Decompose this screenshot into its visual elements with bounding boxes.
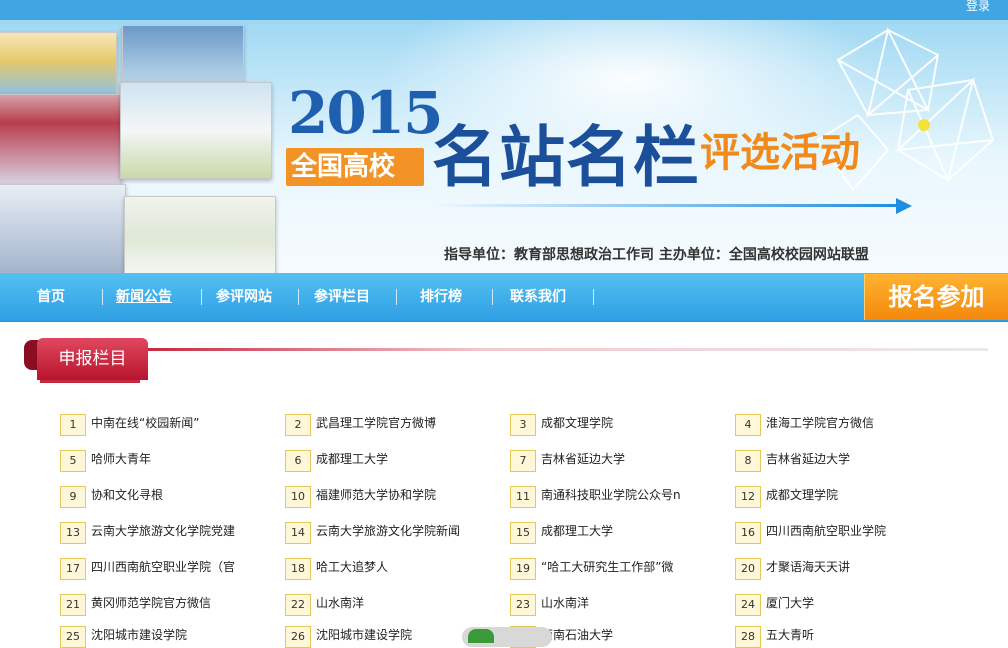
- nav-columns[interactable]: 参评栏目: [314, 273, 370, 321]
- entry-link[interactable]: 云南大学旅游文化学院新闻: [316, 520, 460, 542]
- entry-link[interactable]: 南通科技职业学院公众号n: [541, 484, 681, 506]
- entry-link[interactable]: 吉林省延边大学: [766, 448, 850, 470]
- entry-number: 25: [60, 626, 86, 648]
- top-bar: 登录: [0, 0, 1008, 20]
- entry-link[interactable]: 吉林省延边大学: [541, 448, 625, 470]
- nav-ranking[interactable]: 排行榜: [420, 273, 462, 321]
- entry-link[interactable]: 协和文化寻根: [91, 484, 163, 506]
- banner: 2015 全国高校 名站名栏 评选活动 指导单位：教育部思想政治工作司 主办单位…: [0, 20, 1008, 273]
- entry-link[interactable]: 山水南洋: [541, 592, 589, 614]
- floating-widget-icon: [468, 629, 494, 643]
- entry-link[interactable]: 哈工大追梦人: [316, 556, 388, 578]
- collage-screenshot: [0, 32, 117, 96]
- entry-link[interactable]: 黄冈师范学院官方微信: [91, 592, 211, 614]
- nav-contact[interactable]: 联系我们: [510, 273, 566, 321]
- entry-number: 5: [60, 450, 86, 472]
- entry-link[interactable]: 福建师范大学协和学院: [316, 484, 436, 506]
- entry-number: 13: [60, 522, 86, 544]
- entry-link[interactable]: 沈阳城市建设学院: [316, 624, 412, 646]
- section-title: 申报栏目: [37, 338, 148, 380]
- entry-link[interactable]: 才聚语海天天讲: [766, 556, 850, 578]
- nav-news[interactable]: 新闻公告: [116, 273, 172, 321]
- entry-number: 26: [285, 626, 311, 648]
- entry-link[interactable]: 哈师大青年: [91, 448, 151, 470]
- banner-arrow-line: [430, 204, 900, 207]
- collage-screenshot: [124, 196, 276, 273]
- entry-number: 11: [510, 486, 536, 508]
- nav-separator: [396, 289, 397, 305]
- entry-number: 19: [510, 558, 536, 580]
- entry-number: 23: [510, 594, 536, 616]
- nav-separator: [593, 289, 594, 305]
- entry-number: 6: [285, 450, 311, 472]
- section-divider: [148, 348, 988, 351]
- main-nav: 首页 新闻公告 参评网站 参评栏目 排行榜 联系我们: [0, 273, 1008, 322]
- nav-separator: [102, 289, 103, 305]
- entry-number: 14: [285, 522, 311, 544]
- entry-number: 12: [735, 486, 761, 508]
- entry-number: 9: [60, 486, 86, 508]
- banner-year: 2015: [288, 79, 443, 147]
- login-link[interactable]: 登录: [966, 0, 990, 14]
- banner-arrow-icon: [896, 198, 912, 214]
- nav-sites[interactable]: 参评网站: [216, 273, 272, 321]
- nav-home[interactable]: 首页: [37, 273, 65, 321]
- entry-link[interactable]: 沈阳城市建设学院: [91, 624, 187, 646]
- section-tab-shadow: [40, 380, 140, 383]
- collage-screenshot: [120, 82, 272, 179]
- entry-number: 22: [285, 594, 311, 616]
- entry-link[interactable]: 厦门大学: [766, 592, 814, 614]
- entry-link[interactable]: 武昌理工学院官方微博: [316, 412, 436, 434]
- entry-number: 2: [285, 414, 311, 436]
- banner-subtitle: 评选活动: [700, 130, 860, 176]
- entry-link[interactable]: 中南在线“校园新闻”: [91, 412, 199, 434]
- entry-link[interactable]: 淮海工学院官方微信: [766, 412, 874, 434]
- signup-button[interactable]: 报名参加: [864, 274, 1008, 320]
- entry-number: 1: [60, 414, 86, 436]
- entry-link[interactable]: 成都理工大学: [541, 520, 613, 542]
- entry-link[interactable]: “哈工大研究生工作部”微: [541, 556, 673, 578]
- entry-number: 16: [735, 522, 761, 544]
- nav-separator: [492, 289, 493, 305]
- entry-number: 4: [735, 414, 761, 436]
- entry-link[interactable]: 五大青听: [766, 624, 814, 646]
- entry-link[interactable]: 四川西南航空职业学院: [766, 520, 886, 542]
- entry-link[interactable]: 四川西南航空职业学院（官: [91, 556, 235, 578]
- collage-screenshot: [0, 184, 126, 273]
- entry-link[interactable]: 成都文理学院: [766, 484, 838, 506]
- collage-screenshot: [0, 94, 122, 188]
- entry-number: 3: [510, 414, 536, 436]
- nav-separator: [298, 289, 299, 305]
- entry-link[interactable]: 成都理工大学: [316, 448, 388, 470]
- entry-number: 7: [510, 450, 536, 472]
- entry-number: 10: [285, 486, 311, 508]
- entry-number: 17: [60, 558, 86, 580]
- banner-title: 名站名栏: [432, 119, 700, 196]
- entry-number: 28: [735, 626, 761, 648]
- banner-tag: 全国高校: [291, 152, 396, 182]
- entry-number: 8: [735, 450, 761, 472]
- geometric-gem-decoration: [816, 27, 995, 192]
- entry-link[interactable]: 山水南洋: [316, 592, 364, 614]
- entry-number: 21: [60, 594, 86, 616]
- website-screenshot-collage: [0, 20, 276, 273]
- entry-link[interactable]: 成都文理学院: [541, 412, 613, 434]
- entry-number: 18: [285, 558, 311, 580]
- entry-link[interactable]: 云南大学旅游文化学院党建: [91, 520, 235, 542]
- entry-number: 20: [735, 558, 761, 580]
- banner-sponsor: 指导单位：教育部思想政治工作司 主办单位：全国高校校园网站联盟: [444, 247, 869, 263]
- nav-separator: [201, 289, 202, 305]
- entry-number: 24: [735, 594, 761, 616]
- entry-number: 15: [510, 522, 536, 544]
